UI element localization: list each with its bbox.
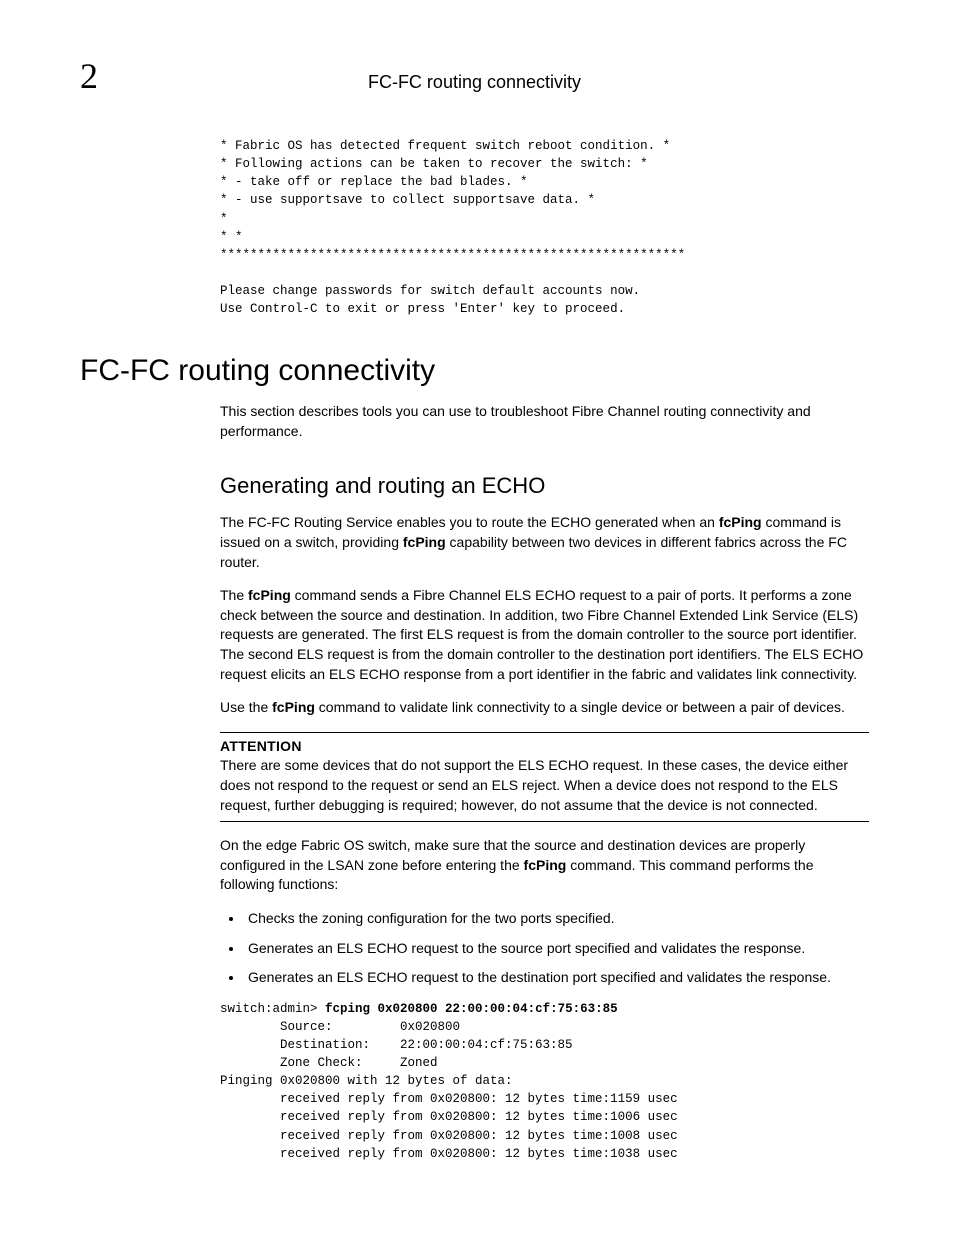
- paragraph-3: Use the fcPing command to validate link …: [220, 698, 869, 718]
- command-name: fcPing: [719, 514, 762, 530]
- attention-callout: ATTENTION There are some devices that do…: [220, 732, 869, 822]
- page-header: 2 FC-FC routing connectivity: [80, 55, 869, 97]
- attention-body: There are some devices that do not suppo…: [220, 757, 848, 812]
- text: command to validate link connectivity to…: [315, 699, 845, 715]
- shell-command: fcping 0x020800 22:00:00:04:cf:75:63:85: [325, 1002, 618, 1016]
- terminal-session: switch:admin> fcping 0x020800 22:00:00:0…: [220, 1000, 869, 1163]
- bullet-list: Checks the zoning configuration for the …: [220, 909, 869, 988]
- text: The: [220, 587, 248, 603]
- subsection-heading: Generating and routing an ECHO: [220, 473, 869, 499]
- list-item: Checks the zoning configuration for the …: [244, 909, 869, 929]
- section-heading: FC-FC routing connectivity: [80, 354, 869, 388]
- terminal-output-top: * Fabric OS has detected frequent switch…: [220, 137, 869, 318]
- text: The FC-FC Routing Service enables you to…: [220, 514, 719, 530]
- paragraph-2: The fcPing command sends a Fibre Channel…: [220, 586, 869, 684]
- text: command sends a Fibre Channel ELS ECHO r…: [220, 587, 863, 681]
- running-header-title: FC-FC routing connectivity: [80, 72, 869, 93]
- attention-label: ATTENTION: [220, 737, 869, 757]
- page-container: 2 FC-FC routing connectivity * Fabric OS…: [0, 0, 954, 1223]
- command-name: fcPing: [403, 534, 446, 550]
- paragraph-4: On the edge Fabric OS switch, make sure …: [220, 836, 869, 895]
- shell-prompt: switch:admin>: [220, 1002, 325, 1016]
- text: Use the: [220, 699, 272, 715]
- list-item: Generates an ELS ECHO request to the sou…: [244, 939, 869, 959]
- command-name: fcPing: [248, 587, 291, 603]
- section-intro: This section describes tools you can use…: [220, 402, 869, 441]
- shell-output: Source: 0x020800 Destination: 22:00:00:0…: [220, 1020, 678, 1161]
- list-item: Generates an ELS ECHO request to the des…: [244, 968, 869, 988]
- command-name: fcPing: [524, 857, 567, 873]
- command-name: fcPing: [272, 699, 315, 715]
- paragraph-1: The FC-FC Routing Service enables you to…: [220, 513, 869, 572]
